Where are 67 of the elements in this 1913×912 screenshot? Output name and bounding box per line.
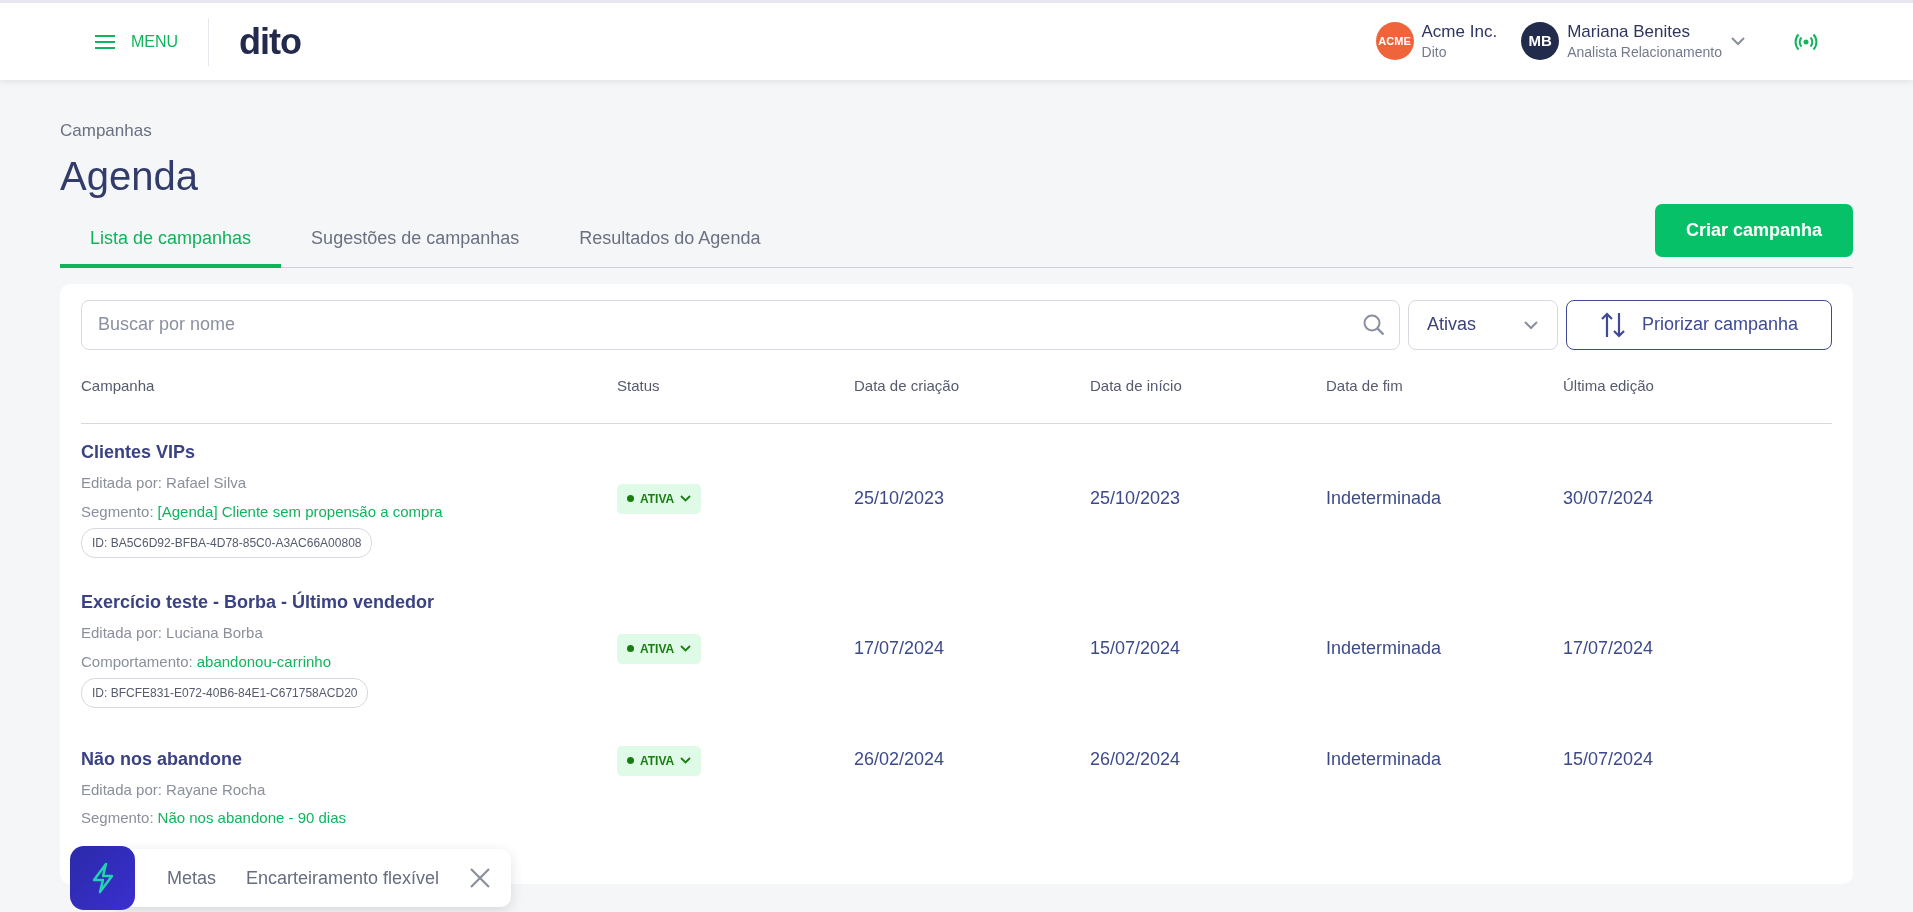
date-text: Indeterminada (1326, 488, 1442, 508)
date-text: 25/10/2023 (1090, 488, 1181, 508)
date-text: 17/07/2024 (854, 638, 945, 658)
search-icon (1362, 312, 1386, 337)
tab[interactable]: Resultados do Agenda (549, 214, 791, 268)
status-filter-dropdown[interactable]: Ativas (1408, 299, 1558, 350)
chevron-down-icon (680, 495, 692, 502)
tab[interactable]: Sugestões de campanhas (281, 214, 550, 268)
date-text: 25/10/2023 (854, 488, 945, 508)
editor-text: Editada por: Rayane Rocha (81, 779, 267, 800)
editor-text: Editada por: Rafael Silva (81, 473, 248, 493)
user-role: Analista Relacionamento (1567, 42, 1722, 61)
date-text: 26/02/2024 (854, 748, 945, 769)
editor-text: Editada por: Luciana Borba (81, 623, 264, 643)
date-text: 30/07/2024 (1563, 488, 1654, 508)
criterion-link[interactable]: [Agenda] Cliente sem propensão a compra (157, 500, 443, 523)
column-header: Data de fim (1326, 375, 1404, 396)
date-text: 15/07/2024 (1563, 748, 1654, 769)
date-text: Indeterminada (1326, 748, 1442, 769)
logo[interactable]: dito (239, 14, 302, 69)
page-title: Agenda (60, 152, 199, 200)
menu-icon (95, 33, 115, 50)
criterion-label: Comportamento: (81, 651, 193, 672)
shortcut-link[interactable]: Metas (167, 864, 217, 892)
breadcrumb[interactable]: Campanhas (60, 118, 1853, 144)
date-text: 15/07/2024 (1090, 638, 1181, 658)
menu-button[interactable]: MENU (95, 29, 179, 54)
criterion-link[interactable]: Não nos abandone - 90 dias (157, 807, 347, 830)
column-header: Última edição (1563, 375, 1655, 396)
shortcut-link[interactable]: Encarteiramento flexível (246, 864, 440, 892)
column-header: Data de início (1090, 375, 1183, 396)
date-text: 26/02/2024 (1090, 748, 1181, 769)
column-header: Status (617, 375, 661, 396)
campaign-name[interactable]: Clientes VIPs (81, 439, 617, 466)
company-name: Acme Inc. (1421, 22, 1498, 43)
user-avatar: MB (1521, 22, 1560, 61)
user-name: Mariana Benites (1567, 22, 1691, 43)
search-field[interactable]: Buscar por nome (81, 299, 1400, 350)
status-dropdown[interactable]: ATIVA (617, 745, 702, 776)
sort-arrows-icon (1599, 310, 1626, 339)
criterion-link[interactable]: abandonou-carrinho (196, 650, 331, 673)
chevron-down-icon[interactable] (1730, 36, 1746, 47)
status-dropdown[interactable]: ATIVA (617, 483, 702, 514)
chevron-down-icon (680, 757, 692, 764)
chevron-down-icon (1523, 319, 1539, 330)
close-icon[interactable] (469, 867, 492, 889)
date-text: Indeterminada (1326, 638, 1442, 658)
tab[interactable]: Lista de campanhas (60, 214, 282, 268)
column-header: Data de criação (854, 375, 961, 396)
status-dropdown[interactable]: ATIVA (617, 633, 702, 664)
status-dot (627, 757, 634, 764)
criterion-label: Segmento: (81, 808, 154, 828)
id-pill: ID: BA5C6D92-BFBA-4D78-85C0-A3AC66A00808 (81, 528, 373, 558)
id-pill: ID: BFCFE831-E072-40B6-84E1-C671758ACD20 (81, 678, 369, 708)
column-header: Campanha (81, 375, 156, 396)
criterion-label: Segmento: (81, 501, 154, 522)
campaign-name[interactable]: Exercício teste - Borba - Último vendedor (81, 589, 617, 616)
status-dot (627, 495, 634, 502)
date-text: 17/07/2024 (1563, 638, 1654, 658)
company-avatar: ACME (1375, 22, 1414, 61)
prioritize-button[interactable]: Priorizar campanha (1566, 299, 1832, 350)
chevron-down-icon (680, 645, 692, 652)
lightning-app-button[interactable] (70, 846, 135, 910)
company-subtitle: Dito (1421, 42, 1448, 61)
signal-icon[interactable] (1794, 32, 1818, 51)
campaign-name[interactable]: Não nos abandone (81, 745, 617, 773)
status-dot (627, 645, 634, 652)
